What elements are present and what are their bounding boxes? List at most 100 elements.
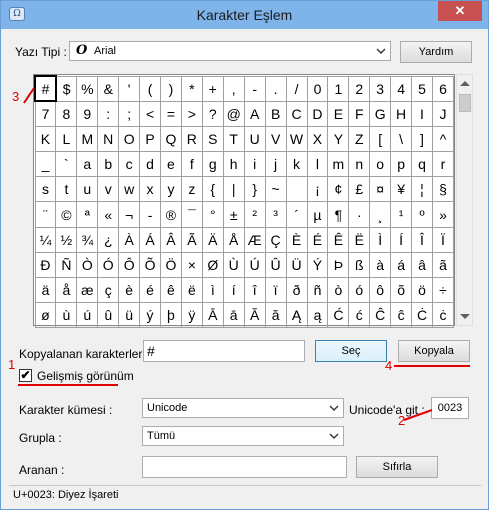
char-cell[interactable]: º (411, 201, 433, 228)
char-cell[interactable]: ð (285, 276, 308, 304)
char-cell[interactable]: õ (390, 276, 413, 304)
char-cell[interactable]: ñ (306, 276, 329, 304)
char-cell[interactable]: t (55, 176, 78, 203)
char-cell[interactable]: } (243, 176, 266, 203)
char-cell[interactable]: É (306, 226, 329, 253)
char-cell[interactable]: ¸ (369, 201, 392, 228)
char-cell[interactable]: Z (348, 125, 371, 153)
char-cell[interactable]: { (201, 176, 224, 203)
char-cell[interactable]: 2 (348, 75, 371, 102)
char-cell[interactable]: ª (76, 201, 99, 228)
char-cell[interactable]: ß (348, 251, 371, 279)
char-cell[interactable]: B (264, 100, 287, 127)
char-cell[interactable]: + (201, 75, 224, 102)
char-cell[interactable]: v (97, 176, 120, 203)
char-cell[interactable]: ? (201, 100, 224, 127)
char-cell[interactable]: â (411, 251, 433, 279)
char-cell[interactable]: ® (160, 201, 182, 228)
char-cell[interactable]: ¬ (118, 201, 141, 228)
scroll-thumb[interactable] (459, 94, 471, 112)
char-cell[interactable]: Õ (139, 251, 161, 279)
char-cell[interactable]: 9 (76, 100, 99, 127)
char-cell[interactable]: y (160, 176, 182, 203)
char-cell[interactable]: ¨ (34, 201, 57, 228)
char-cell[interactable]: ă (264, 302, 287, 329)
char-cell[interactable]: Ą (285, 302, 308, 329)
char-cell[interactable]: T (222, 125, 245, 153)
char-cell[interactable]: ¾ (76, 226, 99, 253)
char-cell[interactable]: ¹ (390, 201, 413, 228)
char-cell[interactable]: Û (264, 251, 287, 279)
char-cell[interactable]: , (222, 75, 245, 102)
char-cell[interactable]: z (180, 176, 203, 203)
char-cell[interactable]: ² (243, 201, 266, 228)
char-cell[interactable]: ½ (55, 226, 78, 253)
char-cell[interactable]: ü (118, 302, 141, 329)
char-cell[interactable]: ¿ (97, 226, 120, 253)
char-cell[interactable]: h (222, 151, 245, 178)
char-cell[interactable]: ' (118, 75, 141, 102)
grid-scrollbar[interactable] (456, 74, 473, 326)
char-cell[interactable]: m (327, 151, 350, 178)
char-cell[interactable]: ý (139, 302, 161, 329)
char-cell[interactable]: ± (222, 201, 245, 228)
char-cell[interactable]: Þ (327, 251, 350, 279)
char-cell[interactable]: s (34, 176, 57, 203)
char-cell[interactable]: Á (139, 226, 161, 253)
char-cell[interactable]: Ó (97, 251, 120, 279)
char-cell[interactable]: L (55, 125, 78, 153)
font-select[interactable]: O Arial (69, 41, 391, 61)
char-cell[interactable]: . (264, 75, 287, 102)
char-cell[interactable]: ¶ (327, 201, 350, 228)
char-cell[interactable]: C (285, 100, 308, 127)
char-cell[interactable]: E (327, 100, 350, 127)
char-cell[interactable]: O (118, 125, 141, 153)
char-cell[interactable]: ´ (285, 201, 308, 228)
char-cell[interactable]: Ñ (55, 251, 78, 279)
char-cell[interactable]: é (139, 276, 161, 304)
char-cell[interactable]: ą (306, 302, 329, 329)
char-cell[interactable]: a (76, 151, 99, 178)
char-cell[interactable]: * (180, 75, 203, 102)
char-cell[interactable]: 5 (411, 75, 433, 102)
char-cell[interactable]: P (139, 125, 161, 153)
char-cell[interactable]: G (369, 100, 392, 127)
char-cell[interactable]: µ (306, 201, 329, 228)
char-cell[interactable]: 7 (34, 100, 57, 127)
char-cell[interactable]: V (264, 125, 287, 153)
char-cell[interactable]: Ï (431, 226, 455, 253)
char-cell[interactable]: ) (160, 75, 182, 102)
char-cell[interactable]: Ø (201, 251, 224, 279)
char-cell[interactable]: K (34, 125, 57, 153)
char-cell[interactable]: ÷ (431, 276, 455, 304)
char-cell[interactable]: j (264, 151, 287, 178)
reset-button[interactable]: Sıfırla (356, 456, 438, 478)
char-cell[interactable]: $ (55, 75, 78, 102)
char-cell[interactable]: D (306, 100, 329, 127)
char-cell[interactable]: Ò (76, 251, 99, 279)
char-cell[interactable]: : (97, 100, 120, 127)
char-cell[interactable]: £ (348, 176, 371, 203)
char-cell[interactable]: l (306, 151, 329, 178)
char-cell[interactable]: ì (201, 276, 224, 304)
char-cell[interactable]: ä (34, 276, 57, 304)
char-cell[interactable]: Ý (306, 251, 329, 279)
char-cell[interactable]: Å (222, 226, 245, 253)
char-cell[interactable]: M (76, 125, 99, 153)
char-cell[interactable]: ê (160, 276, 182, 304)
scroll-down-icon[interactable] (460, 314, 470, 319)
char-cell[interactable]: - (243, 75, 266, 102)
char-cell[interactable]: ¼ (34, 226, 57, 253)
char-cell[interactable]: ° (201, 201, 224, 228)
char-cell[interactable]: Ð (34, 251, 57, 279)
char-cell[interactable]: Ĉ (369, 302, 392, 329)
char-cell[interactable]: Ë (348, 226, 371, 253)
char-cell[interactable]: û (97, 302, 120, 329)
char-cell[interactable]: q (411, 151, 433, 178)
char-cell[interactable]: Ä (201, 226, 224, 253)
char-cell[interactable]: ç (97, 276, 120, 304)
char-cell[interactable]: Ì (369, 226, 392, 253)
char-cell[interactable]: | (222, 176, 245, 203)
char-cell[interactable]: 8 (55, 100, 78, 127)
char-cell[interactable]: _ (34, 151, 57, 178)
